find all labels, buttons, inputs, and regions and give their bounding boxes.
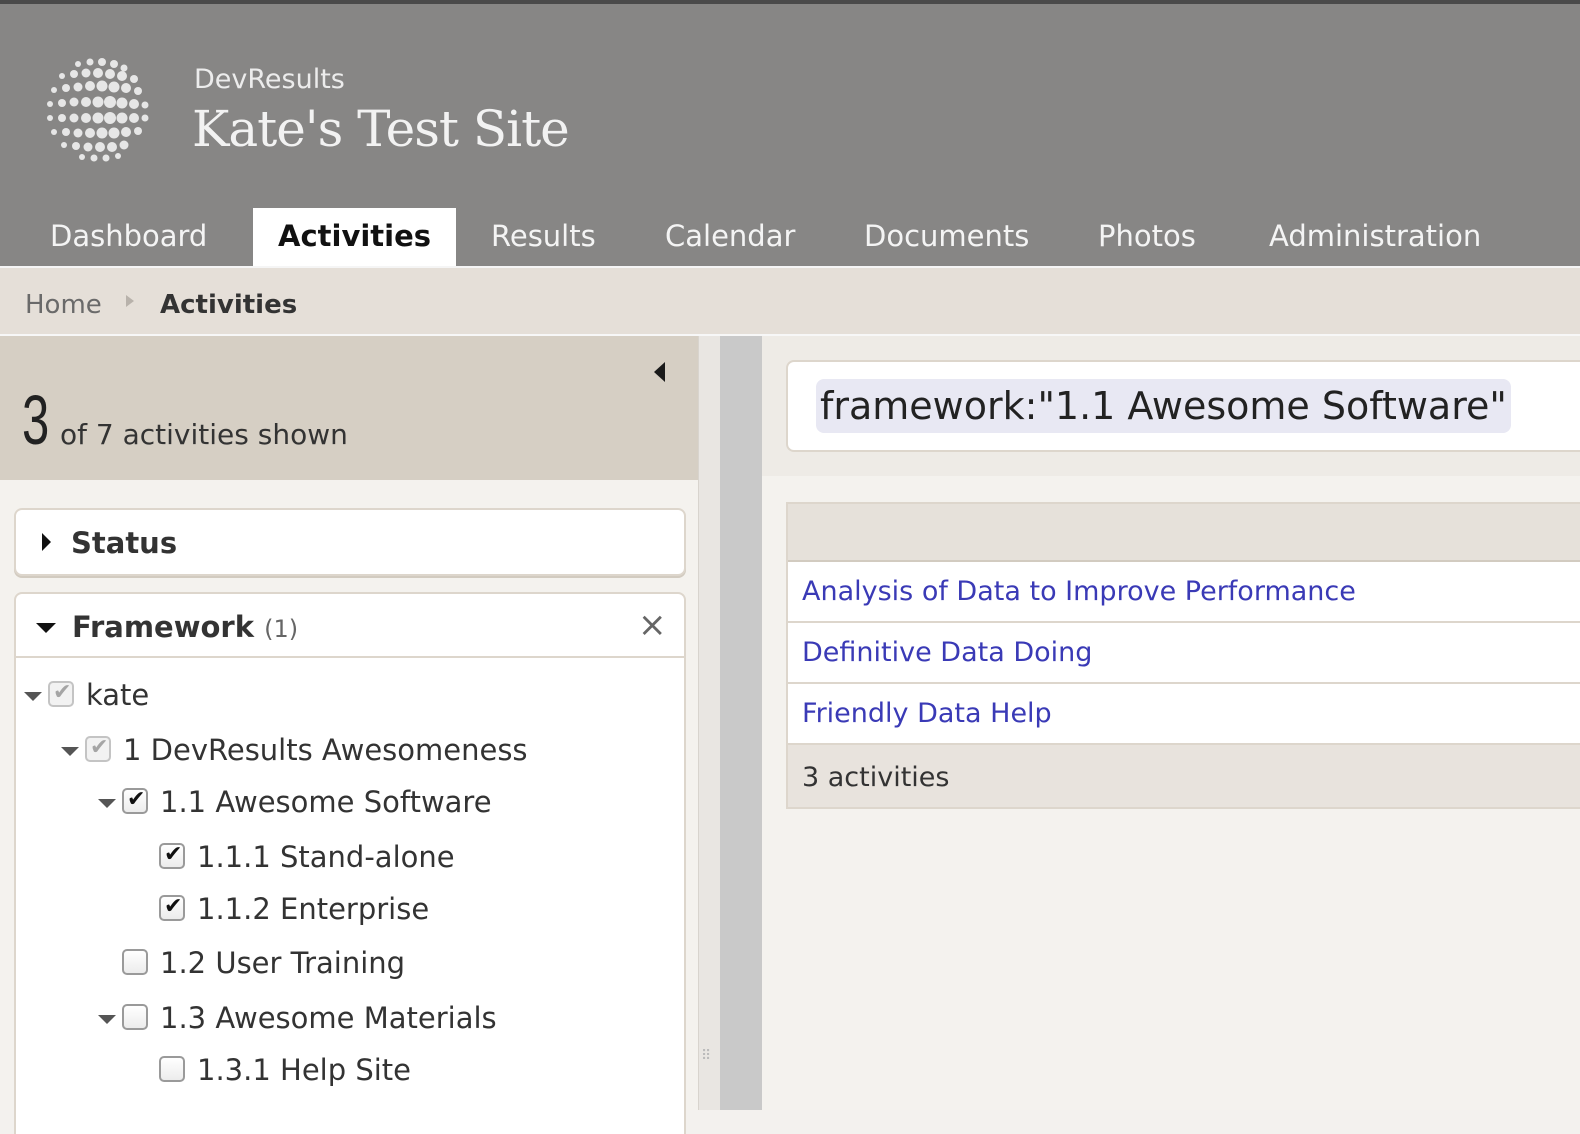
tree-label[interactable]: 1.1.2 Enterprise — [197, 892, 429, 926]
tree-checkbox[interactable] — [159, 1056, 185, 1082]
status-facet-title[interactable]: Status — [71, 526, 177, 560]
tree-checkbox[interactable] — [48, 680, 74, 707]
tree-checkbox[interactable] — [85, 735, 111, 762]
collapse-panel-icon[interactable] — [654, 362, 665, 382]
framework-facet-label: Framework — [72, 610, 255, 644]
facet-divider — [16, 656, 684, 658]
tab-documents[interactable]: Documents — [839, 208, 1054, 266]
tree-label[interactable]: 1.3.1 Help Site — [197, 1053, 411, 1087]
results-count-text: 3 activities — [802, 762, 950, 793]
panel-resize-handle[interactable]: ⠿ — [698, 336, 721, 1110]
tree-checkbox[interactable] — [122, 787, 148, 814]
site-header: DevResults Kate's Test Site — [0, 4, 1580, 208]
activity-count-summary: 3 of 7 activities shown — [0, 336, 698, 480]
tree-label[interactable]: 1.3 Awesome Materials — [160, 1001, 497, 1035]
framework-facet: Framework (1) × kate 1 DevResults Awesom… — [14, 592, 686, 1134]
table-row: Analysis of Data to Improve Performance — [788, 562, 1580, 623]
results-table-header — [788, 504, 1580, 562]
filter-panel: 3 of 7 activities shown Status Framework… — [0, 336, 698, 1134]
framework-facet-title[interactable]: Framework (1) — [72, 610, 298, 644]
main-nav: Dashboard Activities Results Calendar Do… — [0, 208, 1580, 266]
breadcrumb-home[interactable]: Home — [25, 290, 102, 320]
shown-count-text: of 7 activities shown — [60, 418, 348, 451]
search-filter-token[interactable]: framework:"1.1 Awesome Software" — [816, 379, 1511, 433]
panel-gutter — [720, 336, 762, 1110]
tree-toggle-icon[interactable] — [61, 747, 79, 756]
tree-toggle-icon[interactable] — [24, 692, 42, 701]
tree-checkbox[interactable] — [122, 1004, 148, 1030]
tab-activities[interactable]: Activities — [253, 208, 457, 266]
activity-link[interactable]: Friendly Data Help — [802, 698, 1052, 729]
collapse-framework-icon[interactable] — [36, 623, 56, 633]
search-area: framework:"1.1 Awesome Software" — [762, 336, 1580, 476]
results-panel: framework:"1.1 Awesome Software" Analysi… — [762, 336, 1580, 1110]
tree-checkbox[interactable] — [159, 894, 185, 921]
devresults-globe-logo — [47, 58, 149, 162]
breadcrumb: Home Activities — [0, 266, 1580, 336]
tree-label[interactable]: 1 DevResults Awesomeness — [123, 733, 528, 767]
results-table: Analysis of Data to Improve Performance … — [786, 502, 1580, 809]
tree-label[interactable]: 1.1 Awesome Software — [160, 785, 492, 819]
tab-dashboard[interactable]: Dashboard — [25, 208, 232, 266]
site-title[interactable]: Kate's Test Site — [192, 100, 570, 158]
breadcrumb-current: Activities — [160, 290, 298, 320]
table-row: Definitive Data Doing — [788, 623, 1580, 684]
tree-toggle-icon[interactable] — [98, 1015, 116, 1024]
tab-photos[interactable]: Photos — [1073, 208, 1221, 266]
search-input[interactable]: framework:"1.1 Awesome Software" — [786, 360, 1580, 452]
breadcrumb-separator-icon — [126, 295, 134, 307]
tree-checkbox[interactable] — [122, 949, 148, 975]
resize-grip-icon[interactable]: ⠿ — [701, 1048, 711, 1064]
activity-link[interactable]: Definitive Data Doing — [802, 637, 1092, 668]
tab-results[interactable]: Results — [466, 208, 621, 266]
activity-link[interactable]: Analysis of Data to Improve Performance — [802, 576, 1356, 607]
framework-facet-count: (1) — [264, 615, 299, 643]
tab-calendar[interactable]: Calendar — [640, 208, 820, 266]
brand-name: DevResults — [194, 64, 345, 95]
tree-label[interactable]: 1.1.1 Stand-alone — [197, 840, 455, 874]
clear-framework-filter-icon[interactable]: × — [638, 608, 667, 642]
table-row: Friendly Data Help — [788, 684, 1580, 745]
tree-toggle-icon[interactable] — [98, 799, 116, 808]
tree-label[interactable]: 1.2 User Training — [160, 946, 405, 980]
status-facet[interactable]: Status — [14, 508, 686, 576]
tree-label[interactable]: kate — [86, 678, 149, 712]
shown-count: 3 — [22, 381, 50, 459]
tab-administration[interactable]: Administration — [1244, 208, 1506, 266]
expand-status-icon[interactable] — [42, 533, 51, 551]
tree-checkbox[interactable] — [159, 842, 185, 869]
results-footer: 3 activities — [788, 745, 1580, 807]
